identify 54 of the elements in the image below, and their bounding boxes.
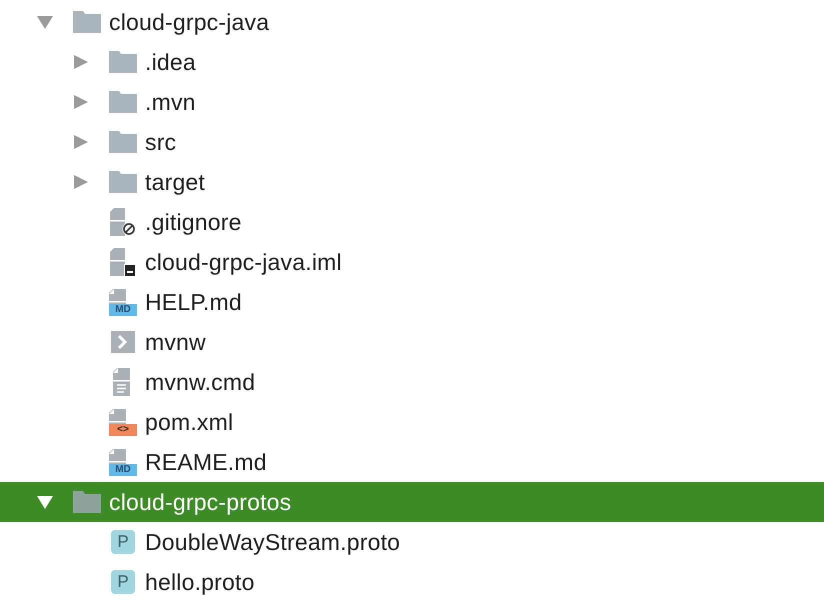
tree-row[interactable]: mvnw.cmd [0, 362, 824, 402]
module-file-icon [110, 248, 136, 276]
collapse-arrow-icon[interactable] [36, 494, 54, 510]
tree-row[interactable]: target [0, 162, 824, 202]
tree-row[interactable]: <> pom.xml [0, 402, 824, 442]
file-icon [109, 408, 126, 424]
tree-row[interactable]: MD REAME.md [0, 442, 824, 482]
tree-row[interactable]: cloud-grpc-java.iml [0, 242, 824, 282]
file-name: REAME.md [145, 448, 267, 476]
expand-arrow-icon[interactable] [72, 94, 90, 110]
terminal-icon [111, 331, 135, 353]
folder-icon [109, 171, 137, 193]
folder-name: target [145, 168, 206, 196]
expand-arrow-icon[interactable] [72, 174, 90, 190]
folder-name: .mvn [145, 88, 196, 116]
folder-icon [73, 11, 101, 33]
tree-row[interactable]: MD HELP.md [0, 282, 824, 322]
file-name: DoubleWayStream.proto [145, 528, 400, 556]
file-name: HELP.md [145, 288, 242, 316]
tree-row[interactable]: cloud-grpc-java [0, 2, 824, 42]
folder-name: src [145, 128, 176, 156]
folder-icon [109, 51, 137, 73]
folder-icon [109, 91, 137, 113]
tree-row[interactable]: .gitignore [0, 202, 824, 242]
file-type-badge: <> [109, 424, 137, 436]
tree-row[interactable]: P hello.proto [0, 562, 824, 602]
file-name: cloud-grpc-java.iml [145, 248, 342, 276]
expand-arrow-icon[interactable] [72, 134, 90, 150]
folder-icon [109, 131, 137, 153]
file-name: .gitignore [145, 208, 242, 236]
expand-arrow-icon[interactable] [72, 54, 90, 70]
folder-name: cloud-grpc-java [109, 8, 270, 36]
file-name: pom.xml [145, 408, 234, 436]
folder-name: .idea [145, 48, 196, 76]
text-file-icon [113, 368, 133, 396]
folder-name: cloud-grpc-protos [109, 488, 292, 516]
file-name: mvnw.cmd [145, 368, 256, 396]
ignored-file-icon [110, 208, 136, 236]
folder-icon [73, 491, 101, 513]
collapse-arrow-icon[interactable] [36, 14, 54, 30]
file-icon [109, 288, 126, 304]
tree-row[interactable]: .mvn [0, 82, 824, 122]
tree-row[interactable]: .idea [0, 42, 824, 82]
file-type-badge: MD [109, 304, 137, 316]
file-name: mvnw [145, 328, 206, 356]
file-name: hello.proto [145, 568, 255, 596]
file-icon [109, 448, 126, 464]
tree-row[interactable]: P DoubleWayStream.proto [0, 522, 824, 562]
tree-row[interactable]: cloud-grpc-protos [0, 482, 824, 522]
tree-row[interactable]: src [0, 122, 824, 162]
file-type-badge: MD [109, 464, 137, 476]
proto-file-icon: P [111, 530, 135, 554]
proto-file-icon: P [111, 570, 135, 594]
tree-row[interactable]: mvnw [0, 322, 824, 362]
